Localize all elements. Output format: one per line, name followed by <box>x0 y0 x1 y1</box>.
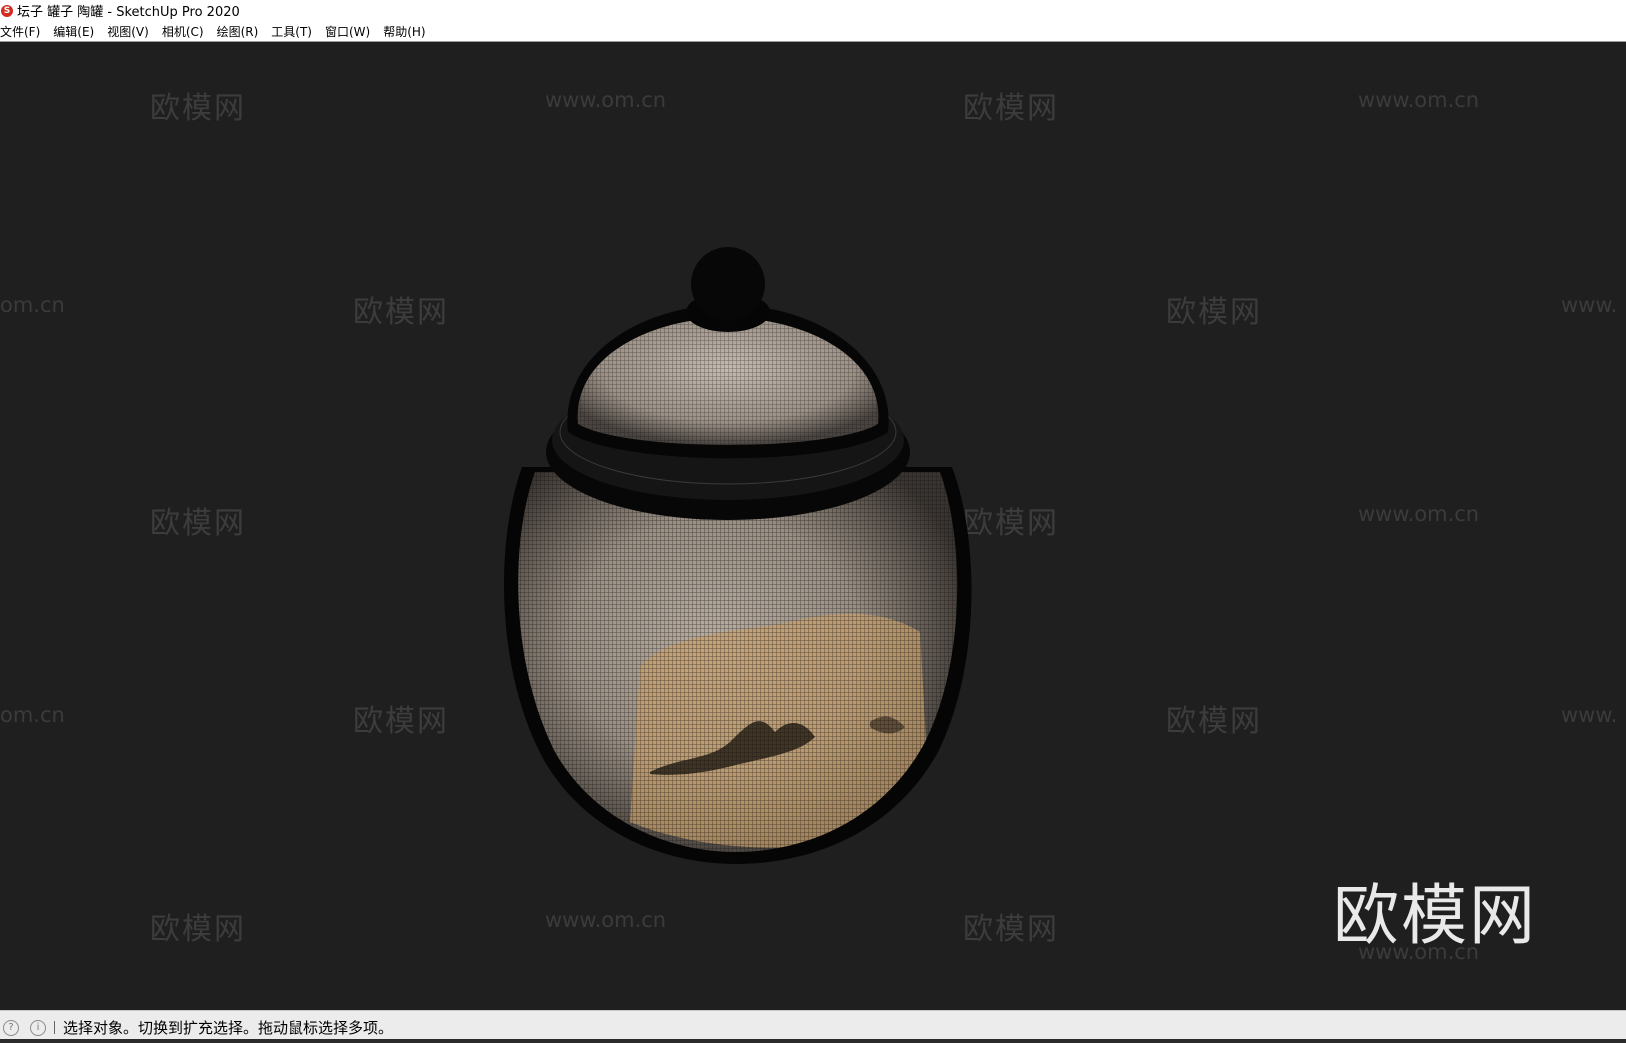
jar-3d-model[interactable] <box>500 212 1000 872</box>
watermark-text: 欧模网 <box>1166 295 1262 330</box>
menu-edit[interactable]: 编辑(E) <box>46 23 100 40</box>
watermark-url: www.om.cn <box>1358 502 1480 526</box>
menu-camera[interactable]: 相机(C) <box>155 23 210 40</box>
menu-help[interactable]: 帮助(H) <box>376 23 431 40</box>
status-bar-bottom-edge <box>0 1039 1626 1043</box>
watermark-text: 欧模网 <box>353 704 449 739</box>
watermark-text: 欧模网 <box>150 506 246 541</box>
model-viewport[interactable]: 欧模网 www.om.cn 欧模网 www.om.cn om.cn 欧模网 欧模… <box>0 42 1626 1010</box>
watermark-text: 欧模网 <box>1166 704 1262 739</box>
info-icon[interactable]: i <box>30 1019 46 1036</box>
sketchup-window: S 坛子 罐子 陶罐 - SketchUp Pro 2020 文件(F) 编辑(… <box>0 0 1626 1043</box>
watermark-text: 欧模网 <box>963 912 1059 947</box>
watermark-text: 欧模网 <box>150 912 246 947</box>
watermark-url: www. <box>1561 293 1618 317</box>
watermark-text: 欧模网 <box>353 295 449 330</box>
watermark-url: www.om.cn <box>1358 940 1480 964</box>
divider <box>54 1021 55 1034</box>
watermark-url: www.om.cn <box>545 908 667 932</box>
window-title: 坛子 罐子 陶罐 - SketchUp Pro 2020 <box>17 5 240 20</box>
help-icon[interactable]: ? <box>3 1019 19 1036</box>
title-bar: S 坛子 罐子 陶罐 - SketchUp Pro 2020 <box>0 0 1626 21</box>
watermark-url: om.cn <box>0 293 65 317</box>
watermark-url: www.om.cn <box>1358 88 1480 112</box>
menu-file[interactable]: 文件(F) <box>0 23 46 40</box>
menu-view[interactable]: 视图(V) <box>100 23 155 40</box>
watermark-url: www. <box>1561 703 1618 727</box>
watermark-text: 欧模网 <box>150 91 246 126</box>
sketchup-logo-icon: S <box>1 4 13 17</box>
menu-window[interactable]: 窗口(W) <box>318 23 376 40</box>
status-message: 选择对象。切换到扩充选择。拖动鼠标选择多项。 <box>63 1019 394 1037</box>
watermark-url: om.cn <box>0 703 65 727</box>
menu-bar: 文件(F) 编辑(E) 视图(V) 相机(C) 绘图(R) 工具(T) 窗口(W… <box>0 21 1626 42</box>
menu-tools[interactable]: 工具(T) <box>264 23 318 40</box>
watermark-url: www.om.cn <box>545 88 667 112</box>
menu-draw[interactable]: 绘图(R) <box>210 23 265 40</box>
watermark-text: 欧模网 <box>963 91 1059 126</box>
